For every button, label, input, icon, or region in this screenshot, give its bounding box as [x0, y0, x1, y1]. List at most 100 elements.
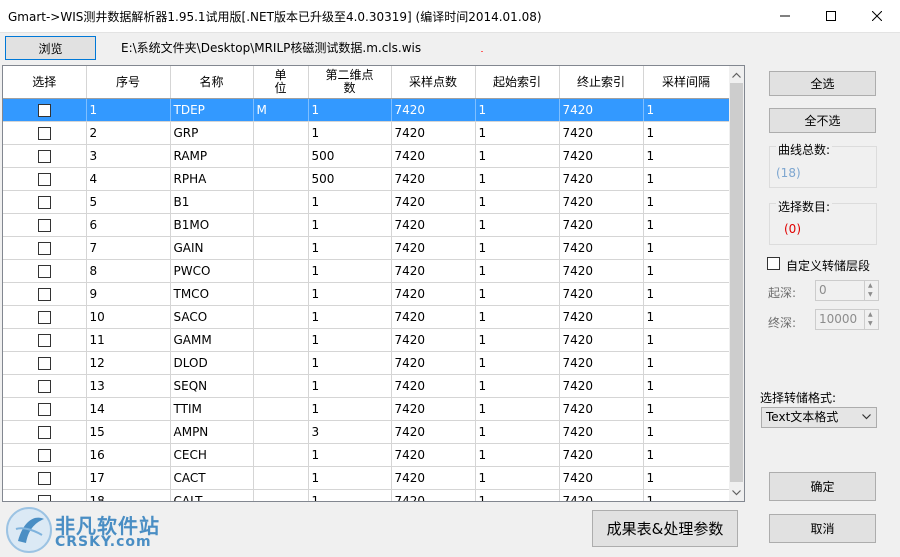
cell-name[interactable]: B1MO: [170, 213, 254, 237]
table-row[interactable]: 15 AMPN 3 7420 1 7420 1: [3, 420, 730, 444]
cell-samples[interactable]: 7420: [391, 98, 476, 122]
row-select-checkbox[interactable]: [3, 236, 87, 260]
table-row[interactable]: 13 SEQN 1 7420 1 7420 1: [3, 374, 730, 398]
col-header-name[interactable]: 名称: [170, 66, 254, 99]
table-row[interactable]: 1 TDEP M 1 7420 1 7420 1: [3, 98, 730, 122]
cell-dim2[interactable]: 3: [308, 420, 392, 444]
cell-unit[interactable]: [253, 374, 309, 398]
cell-index[interactable]: 17: [86, 466, 171, 490]
cell-interval[interactable]: 1: [643, 374, 730, 398]
cell-unit[interactable]: [253, 328, 309, 352]
cell-index[interactable]: 1: [86, 98, 171, 122]
cell-name[interactable]: CECH: [170, 443, 254, 467]
cell-start[interactable]: 1: [475, 213, 560, 237]
cell-start[interactable]: 1: [475, 466, 560, 490]
cell-interval[interactable]: 1: [643, 305, 730, 329]
col-header-samples[interactable]: 采样点数: [391, 66, 476, 99]
curve-table[interactable]: 选择 序号 名称 单 位 第二维点 数 采样点数 起始索引 终止索引 采样间隔 …: [2, 65, 745, 502]
cell-end[interactable]: 7420: [559, 167, 644, 191]
cell-end[interactable]: 7420: [559, 328, 644, 352]
cell-dim2[interactable]: 1: [308, 213, 392, 237]
cell-samples[interactable]: 7420: [391, 443, 476, 467]
scroll-up-arrow[interactable]: [729, 66, 744, 83]
cell-name[interactable]: AMPN: [170, 420, 254, 444]
cell-unit[interactable]: [253, 236, 309, 260]
cell-interval[interactable]: 1: [643, 144, 730, 168]
row-select-checkbox[interactable]: [3, 466, 87, 490]
cell-samples[interactable]: 7420: [391, 144, 476, 168]
minimize-button[interactable]: [762, 0, 808, 32]
cell-samples[interactable]: 7420: [391, 236, 476, 260]
cell-interval[interactable]: 1: [643, 190, 730, 214]
cell-dim2[interactable]: 1: [308, 236, 392, 260]
cell-start[interactable]: 1: [475, 397, 560, 421]
row-select-checkbox[interactable]: [3, 305, 87, 329]
cell-interval[interactable]: 1: [643, 282, 730, 306]
col-header-start-index[interactable]: 起始索引: [475, 66, 560, 99]
cell-index[interactable]: 4: [86, 167, 171, 191]
cell-interval[interactable]: 1: [643, 167, 730, 191]
start-depth-spinner[interactable]: ▲ ▼: [864, 281, 878, 300]
row-select-checkbox[interactable]: [3, 328, 87, 352]
cell-samples[interactable]: 7420: [391, 328, 476, 352]
results-params-button[interactable]: 成果表&处理参数: [592, 510, 738, 547]
cell-name[interactable]: CACT: [170, 466, 254, 490]
cell-unit[interactable]: [253, 144, 309, 168]
maximize-button[interactable]: [808, 0, 854, 32]
cell-unit[interactable]: M: [253, 98, 309, 122]
cell-interval[interactable]: 1: [643, 397, 730, 421]
cell-interval[interactable]: 1: [643, 98, 730, 122]
cell-name[interactable]: RPHA: [170, 167, 254, 191]
cell-index[interactable]: 10: [86, 305, 171, 329]
cell-interval[interactable]: 1: [643, 489, 730, 501]
cell-name[interactable]: GAMM: [170, 328, 254, 352]
cell-interval[interactable]: 1: [643, 213, 730, 237]
vertical-scrollbar[interactable]: [729, 66, 744, 501]
table-row[interactable]: 4 RPHA 500 7420 1 7420 1: [3, 167, 730, 191]
cell-end[interactable]: 7420: [559, 397, 644, 421]
cell-name[interactable]: TDEP: [170, 98, 254, 122]
cell-samples[interactable]: 7420: [391, 489, 476, 501]
select-all-button[interactable]: 全选: [769, 71, 876, 96]
cell-dim2[interactable]: 1: [308, 374, 392, 398]
cell-interval[interactable]: 1: [643, 466, 730, 490]
cell-interval[interactable]: 1: [643, 121, 730, 145]
table-row[interactable]: 17 CACT 1 7420 1 7420 1: [3, 466, 730, 490]
cell-end[interactable]: 7420: [559, 420, 644, 444]
cell-unit[interactable]: [253, 259, 309, 283]
cell-start[interactable]: 1: [475, 489, 560, 501]
cell-name[interactable]: DLOD: [170, 351, 254, 375]
cell-index[interactable]: 15: [86, 420, 171, 444]
cell-index[interactable]: 5: [86, 190, 171, 214]
table-row[interactable]: 2 GRP 1 7420 1 7420 1: [3, 121, 730, 145]
cell-samples[interactable]: 7420: [391, 213, 476, 237]
end-depth-spinner[interactable]: ▲ ▼: [864, 310, 878, 329]
cell-start[interactable]: 1: [475, 144, 560, 168]
cell-name[interactable]: SACO: [170, 305, 254, 329]
cell-name[interactable]: GRP: [170, 121, 254, 145]
cell-end[interactable]: 7420: [559, 282, 644, 306]
cell-unit[interactable]: [253, 121, 309, 145]
row-select-checkbox[interactable]: [3, 489, 87, 501]
cell-start[interactable]: 1: [475, 351, 560, 375]
cell-samples[interactable]: 7420: [391, 397, 476, 421]
cell-end[interactable]: 7420: [559, 489, 644, 501]
cell-end[interactable]: 7420: [559, 190, 644, 214]
cell-dim2[interactable]: 1: [308, 98, 392, 122]
browse-button[interactable]: 浏览: [5, 36, 96, 60]
cell-end[interactable]: 7420: [559, 98, 644, 122]
cell-start[interactable]: 1: [475, 190, 560, 214]
scroll-down-arrow[interactable]: [729, 484, 744, 501]
row-select-checkbox[interactable]: [3, 351, 87, 375]
cell-name[interactable]: PWCO: [170, 259, 254, 283]
cell-end[interactable]: 7420: [559, 121, 644, 145]
cell-start[interactable]: 1: [475, 121, 560, 145]
row-select-checkbox[interactable]: [3, 167, 87, 191]
close-button[interactable]: [854, 0, 900, 32]
cell-name[interactable]: SEQN: [170, 374, 254, 398]
table-row[interactable]: 8 PWCO 1 7420 1 7420 1: [3, 259, 730, 283]
cell-interval[interactable]: 1: [643, 259, 730, 283]
cell-dim2[interactable]: 1: [308, 282, 392, 306]
row-select-checkbox[interactable]: [3, 98, 87, 122]
cell-index[interactable]: 13: [86, 374, 171, 398]
